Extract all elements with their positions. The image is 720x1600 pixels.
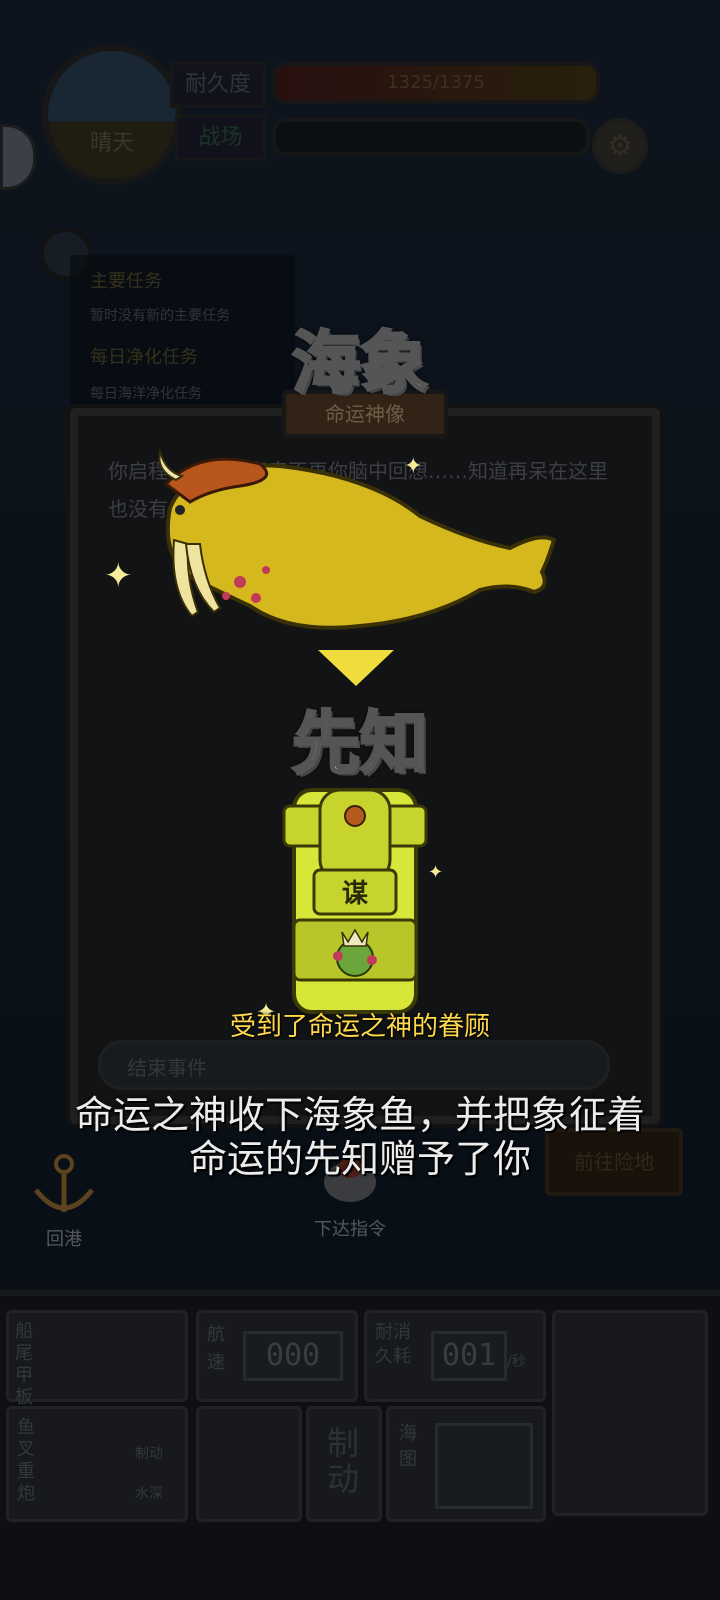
card-glyph: 谋 <box>342 879 369 909</box>
caption-line-2: 命运的先知赠予了你 <box>188 1137 531 1181</box>
blessing-text: 受到了命运之神的眷顾 <box>229 1012 490 1042</box>
from-item-name: 海象 <box>290 324 429 406</box>
sparkle-icon: ✦ <box>404 454 423 479</box>
sparkle-icon: ✦ <box>104 556 133 596</box>
prophet-card-image: 谋 <box>282 788 428 1014</box>
game-screen: 晴天 耐久度 1325/1375 战场 ⚙ 主要任务 暂时没有新的主要任务 每日… <box>0 0 720 1600</box>
transform-arrow-icon <box>318 650 394 686</box>
to-item-name: 先知 <box>290 704 429 786</box>
walrus-image <box>158 448 557 630</box>
sparkle-icon: ✦ <box>428 862 444 883</box>
